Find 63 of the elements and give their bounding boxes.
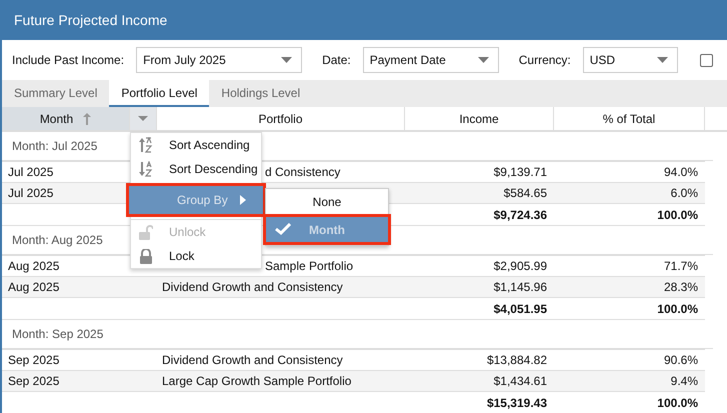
- table-cell-text: $584.65: [504, 186, 548, 200]
- tab[interactable]: Portfolio Level: [109, 80, 210, 107]
- table-cell: Sep 2025: [8, 374, 60, 388]
- filter-label: Date:: [322, 53, 351, 67]
- tab[interactable]: Summary Level: [2, 80, 110, 107]
- total-cell-text: 100.0%: [657, 302, 699, 316]
- table-cell: Dividend Growth and Consistency: [162, 353, 343, 367]
- table-cell: Dividend Growth and Consistency: [162, 280, 343, 294]
- menu-item[interactable]: Sort Descending: [131, 157, 261, 181]
- sort-arrow-icon: [83, 112, 92, 124]
- menu-item[interactable]: None: [266, 189, 388, 214]
- column-header[interactable]: Month: [2, 107, 130, 130]
- table-cell-text: 71.7%: [664, 259, 699, 273]
- checkmark-icon: [275, 223, 291, 235]
- total-cell-text: 100.0%: [657, 208, 699, 222]
- table-cell-text: 6.0%: [670, 186, 699, 200]
- column-header[interactable]: % of Total: [554, 107, 705, 130]
- dropdown[interactable]: From July 2025: [136, 47, 302, 73]
- dropdown[interactable]: Payment Date: [362, 47, 499, 73]
- filter-label: Currency:: [518, 53, 571, 67]
- table-cell-text: $9,139.71: [494, 165, 548, 179]
- table-cell-text: $1,145.96: [494, 280, 548, 294]
- caret-icon: [281, 57, 292, 63]
- column-menu-button[interactable]: [130, 107, 157, 130]
- table-cell-text: $13,884.82: [486, 353, 548, 367]
- table-cell: d Consistency: [265, 165, 340, 179]
- submenu-arrow-icon: [240, 195, 246, 205]
- table-cell-text: 9.4%: [670, 374, 699, 388]
- table-cell: Aug 2025: [8, 259, 60, 273]
- table-cell: Sep 2025: [8, 353, 60, 367]
- panel-title: Future Projected Income: [2, 0, 727, 40]
- tab[interactable]: Holdings Level: [209, 80, 312, 107]
- table-cell-text: 94.0%: [664, 165, 699, 179]
- caret-icon: [656, 57, 668, 63]
- group-header: Month: Sep 2025: [12, 327, 104, 341]
- sort-descending-icon: [139, 161, 153, 177]
- caret-icon: [478, 57, 489, 63]
- dropdown[interactable]: USD: [582, 47, 678, 73]
- table-cell-text: 28.3%: [664, 280, 699, 294]
- menu-item[interactable]: Sort Ascending: [131, 133, 261, 157]
- table-cell-text: 90.6%: [664, 353, 699, 367]
- column-header[interactable]: Income: [405, 107, 554, 130]
- total-cell-text: $4,051.95: [494, 302, 548, 316]
- total-cell-text: $9,724.36: [494, 208, 548, 222]
- unlocked-padlock-icon: [139, 224, 153, 240]
- table-cell-text: $2,905.99: [494, 259, 548, 273]
- group-header: Month: Jul 2025: [12, 139, 98, 153]
- table-cell: Large Cap Growth Sample Portfolio: [162, 374, 352, 388]
- padlock-icon: [139, 248, 153, 264]
- table-cell: Sample Portfolio: [265, 259, 354, 273]
- caret-icon: [138, 116, 148, 121]
- table-cell-text: $1,434.61: [494, 374, 548, 388]
- checkbox[interactable]: [700, 54, 713, 66]
- group-header: Month: Aug 2025: [12, 233, 103, 247]
- total-cell-text: $15,319.43: [486, 396, 548, 410]
- table-cell: Aug 2025: [8, 280, 60, 294]
- table-cell: Jul 2025: [8, 165, 54, 179]
- menu-item[interactable]: Lock: [131, 244, 261, 268]
- column-header[interactable]: Portfolio: [157, 107, 405, 130]
- table-cell: Jul 2025: [8, 186, 54, 200]
- total-cell-text: 100.0%: [657, 396, 699, 410]
- filter-label: Include Past Income:: [12, 53, 124, 67]
- sort-ascending-icon: [139, 137, 153, 153]
